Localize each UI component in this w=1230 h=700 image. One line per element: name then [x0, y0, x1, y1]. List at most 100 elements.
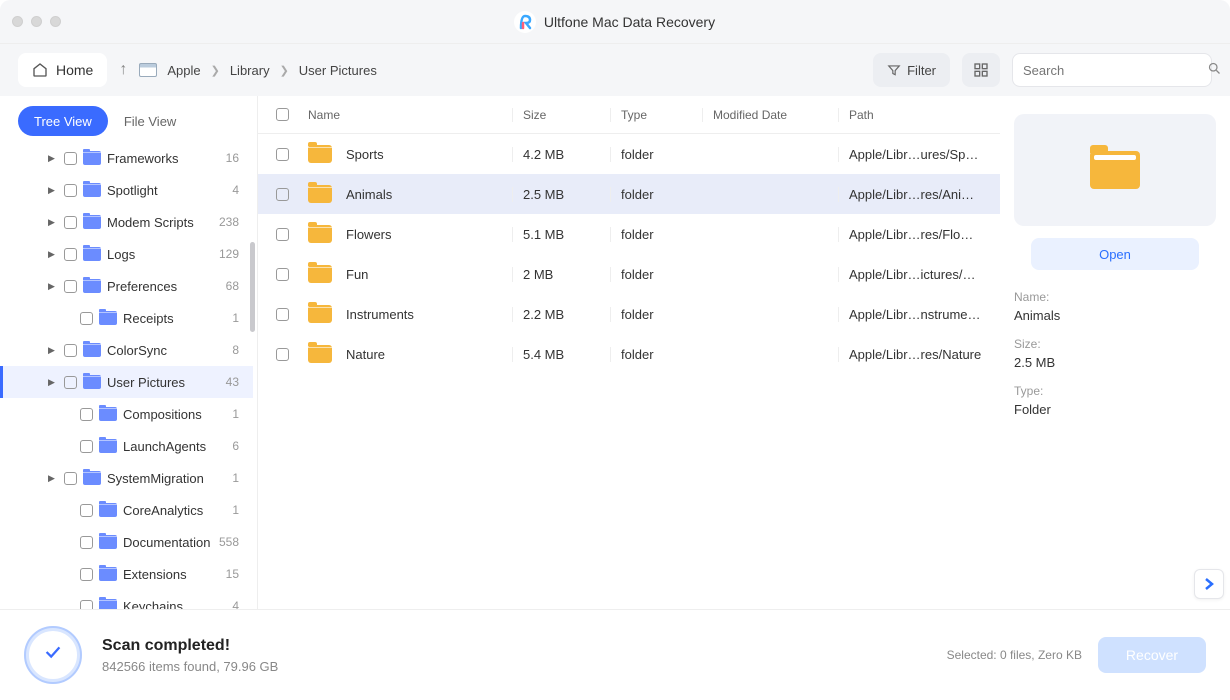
- tree-item[interactable]: ▶Receipts1: [0, 302, 253, 334]
- folder-icon: [99, 439, 117, 453]
- titlebar: Ultfone Mac Data Recovery: [0, 0, 1230, 44]
- file-row[interactable]: Sports4.2 MBfolderApple/Libr…ures/Sports: [258, 134, 1000, 174]
- file-row[interactable]: Instruments2.2 MBfolderApple/Libr…nstrum…: [258, 294, 1000, 334]
- file-path: Apple/Libr…res/Animals: [838, 187, 982, 202]
- tab-tree-view[interactable]: Tree View: [18, 106, 108, 136]
- search-field[interactable]: [1012, 53, 1212, 87]
- traffic-maximize[interactable]: [50, 16, 61, 27]
- tree-item[interactable]: ▶SystemMigration1: [0, 462, 253, 494]
- breadcrumb-item-1[interactable]: Library: [230, 63, 270, 78]
- tree-item[interactable]: ▶Frameworks16: [0, 142, 253, 174]
- tree-item[interactable]: ▶LaunchAgents6: [0, 430, 253, 462]
- tree-item[interactable]: ▶Logs129: [0, 238, 253, 270]
- tree-view[interactable]: ▶Frameworks16▶Spotlight4▶Modem Scripts23…: [0, 142, 257, 609]
- tree-item[interactable]: ▶User Pictures43: [0, 366, 253, 398]
- file-size: 4.2 MB: [512, 147, 610, 162]
- tree-checkbox[interactable]: [64, 280, 77, 293]
- tree-item[interactable]: ▶Preferences68: [0, 270, 253, 302]
- tree-checkbox[interactable]: [64, 216, 77, 229]
- tree-item-label: Logs: [107, 247, 213, 262]
- tree-checkbox[interactable]: [64, 344, 77, 357]
- breadcrumb: Apple ❯ Library ❯ User Pictures: [139, 63, 376, 78]
- detail-label-name: Name:: [1014, 290, 1216, 304]
- tree-item-count: 8: [232, 343, 239, 357]
- tree-checkbox[interactable]: [80, 312, 93, 325]
- row-checkbox[interactable]: [276, 348, 289, 361]
- detail-value-size: 2.5 MB: [1014, 355, 1216, 370]
- traffic-minimize[interactable]: [31, 16, 42, 27]
- tree-checkbox[interactable]: [64, 376, 77, 389]
- select-all-checkbox[interactable]: [276, 108, 289, 121]
- grid-icon: [973, 62, 989, 78]
- column-type[interactable]: Type: [610, 108, 702, 122]
- file-row[interactable]: Fun2 MBfolderApple/Libr…ictures/Fun: [258, 254, 1000, 294]
- row-checkbox[interactable]: [276, 268, 289, 281]
- tree-item[interactable]: ▶Documentation558: [0, 526, 253, 558]
- check-icon: [42, 641, 64, 669]
- folder-icon: [308, 185, 332, 203]
- tree-checkbox[interactable]: [80, 568, 93, 581]
- file-name: Flowers: [346, 227, 392, 242]
- search-input[interactable]: [1023, 63, 1199, 78]
- file-row[interactable]: Animals2.5 MBfolderApple/Libr…res/Animal…: [258, 174, 1000, 214]
- folder-icon: [99, 567, 117, 581]
- file-type: folder: [610, 187, 702, 202]
- recover-button[interactable]: Recover: [1098, 637, 1206, 673]
- tree-item[interactable]: ▶Compositions1: [0, 398, 253, 430]
- tree-item[interactable]: ▶Keychains4: [0, 590, 253, 609]
- tree-item-count: 68: [226, 279, 239, 293]
- window-controls[interactable]: [12, 16, 61, 27]
- file-size: 2.5 MB: [512, 187, 610, 202]
- tree-checkbox[interactable]: [64, 248, 77, 261]
- tree-item-count: 1: [232, 311, 239, 325]
- file-type: folder: [610, 307, 702, 322]
- tree-checkbox[interactable]: [80, 408, 93, 421]
- filter-button[interactable]: Filter: [873, 53, 950, 87]
- tree-checkbox[interactable]: [80, 536, 93, 549]
- file-path: Apple/Libr…nstruments: [838, 307, 982, 322]
- tree-checkbox[interactable]: [80, 440, 93, 453]
- breadcrumb-item-2[interactable]: User Pictures: [299, 63, 377, 78]
- up-arrow-icon[interactable]: ↑: [119, 61, 127, 79]
- tree-checkbox[interactable]: [80, 600, 93, 610]
- tree-item-label: Modem Scripts: [107, 215, 213, 230]
- home-button[interactable]: Home: [18, 53, 107, 87]
- folder-icon: [99, 599, 117, 609]
- tree-item[interactable]: ▶Modem Scripts238: [0, 206, 253, 238]
- tree-item-label: Preferences: [107, 279, 220, 294]
- column-path[interactable]: Path: [838, 108, 982, 122]
- row-checkbox[interactable]: [276, 188, 289, 201]
- column-modified[interactable]: Modified Date: [702, 108, 838, 122]
- tree-item[interactable]: ▶CoreAnalytics1: [0, 494, 253, 526]
- sidebar: Tree View File View ▶Frameworks16▶Spotli…: [0, 96, 258, 609]
- traffic-close[interactable]: [12, 16, 23, 27]
- tree-checkbox[interactable]: [64, 152, 77, 165]
- tab-file-view[interactable]: File View: [108, 106, 193, 136]
- tree-item[interactable]: ▶ColorSync8: [0, 334, 253, 366]
- detail-panel: Open Name: Animals Size: 2.5 MB Type: Fo…: [1000, 96, 1230, 609]
- tree-checkbox[interactable]: [64, 184, 77, 197]
- folder-icon: [83, 151, 101, 165]
- grid-view-button[interactable]: [962, 53, 1000, 87]
- sidebar-tabs: Tree View File View: [0, 96, 257, 142]
- breadcrumb-item-0[interactable]: Apple: [167, 63, 200, 78]
- detail-label-type: Type:: [1014, 384, 1216, 398]
- column-size[interactable]: Size: [512, 108, 610, 122]
- tree-checkbox[interactable]: [64, 472, 77, 485]
- file-row[interactable]: Nature5.4 MBfolderApple/Libr…res/Nature: [258, 334, 1000, 374]
- folder-icon: [308, 225, 332, 243]
- tree-item[interactable]: ▶Extensions15: [0, 558, 253, 590]
- folder-icon: [99, 503, 117, 517]
- tree-checkbox[interactable]: [80, 504, 93, 517]
- row-checkbox[interactable]: [276, 228, 289, 241]
- row-checkbox[interactable]: [276, 148, 289, 161]
- tree-item-count: 15: [226, 567, 239, 581]
- row-checkbox[interactable]: [276, 308, 289, 321]
- search-icon: [1207, 61, 1222, 79]
- expand-detail-button[interactable]: [1194, 569, 1224, 599]
- open-button[interactable]: Open: [1031, 238, 1199, 270]
- file-row[interactable]: Flowers5.1 MBfolderApple/Libr…res/Flower…: [258, 214, 1000, 254]
- chevron-right-icon: ❯: [280, 64, 289, 77]
- column-name[interactable]: Name: [302, 108, 512, 122]
- tree-item[interactable]: ▶Spotlight4: [0, 174, 253, 206]
